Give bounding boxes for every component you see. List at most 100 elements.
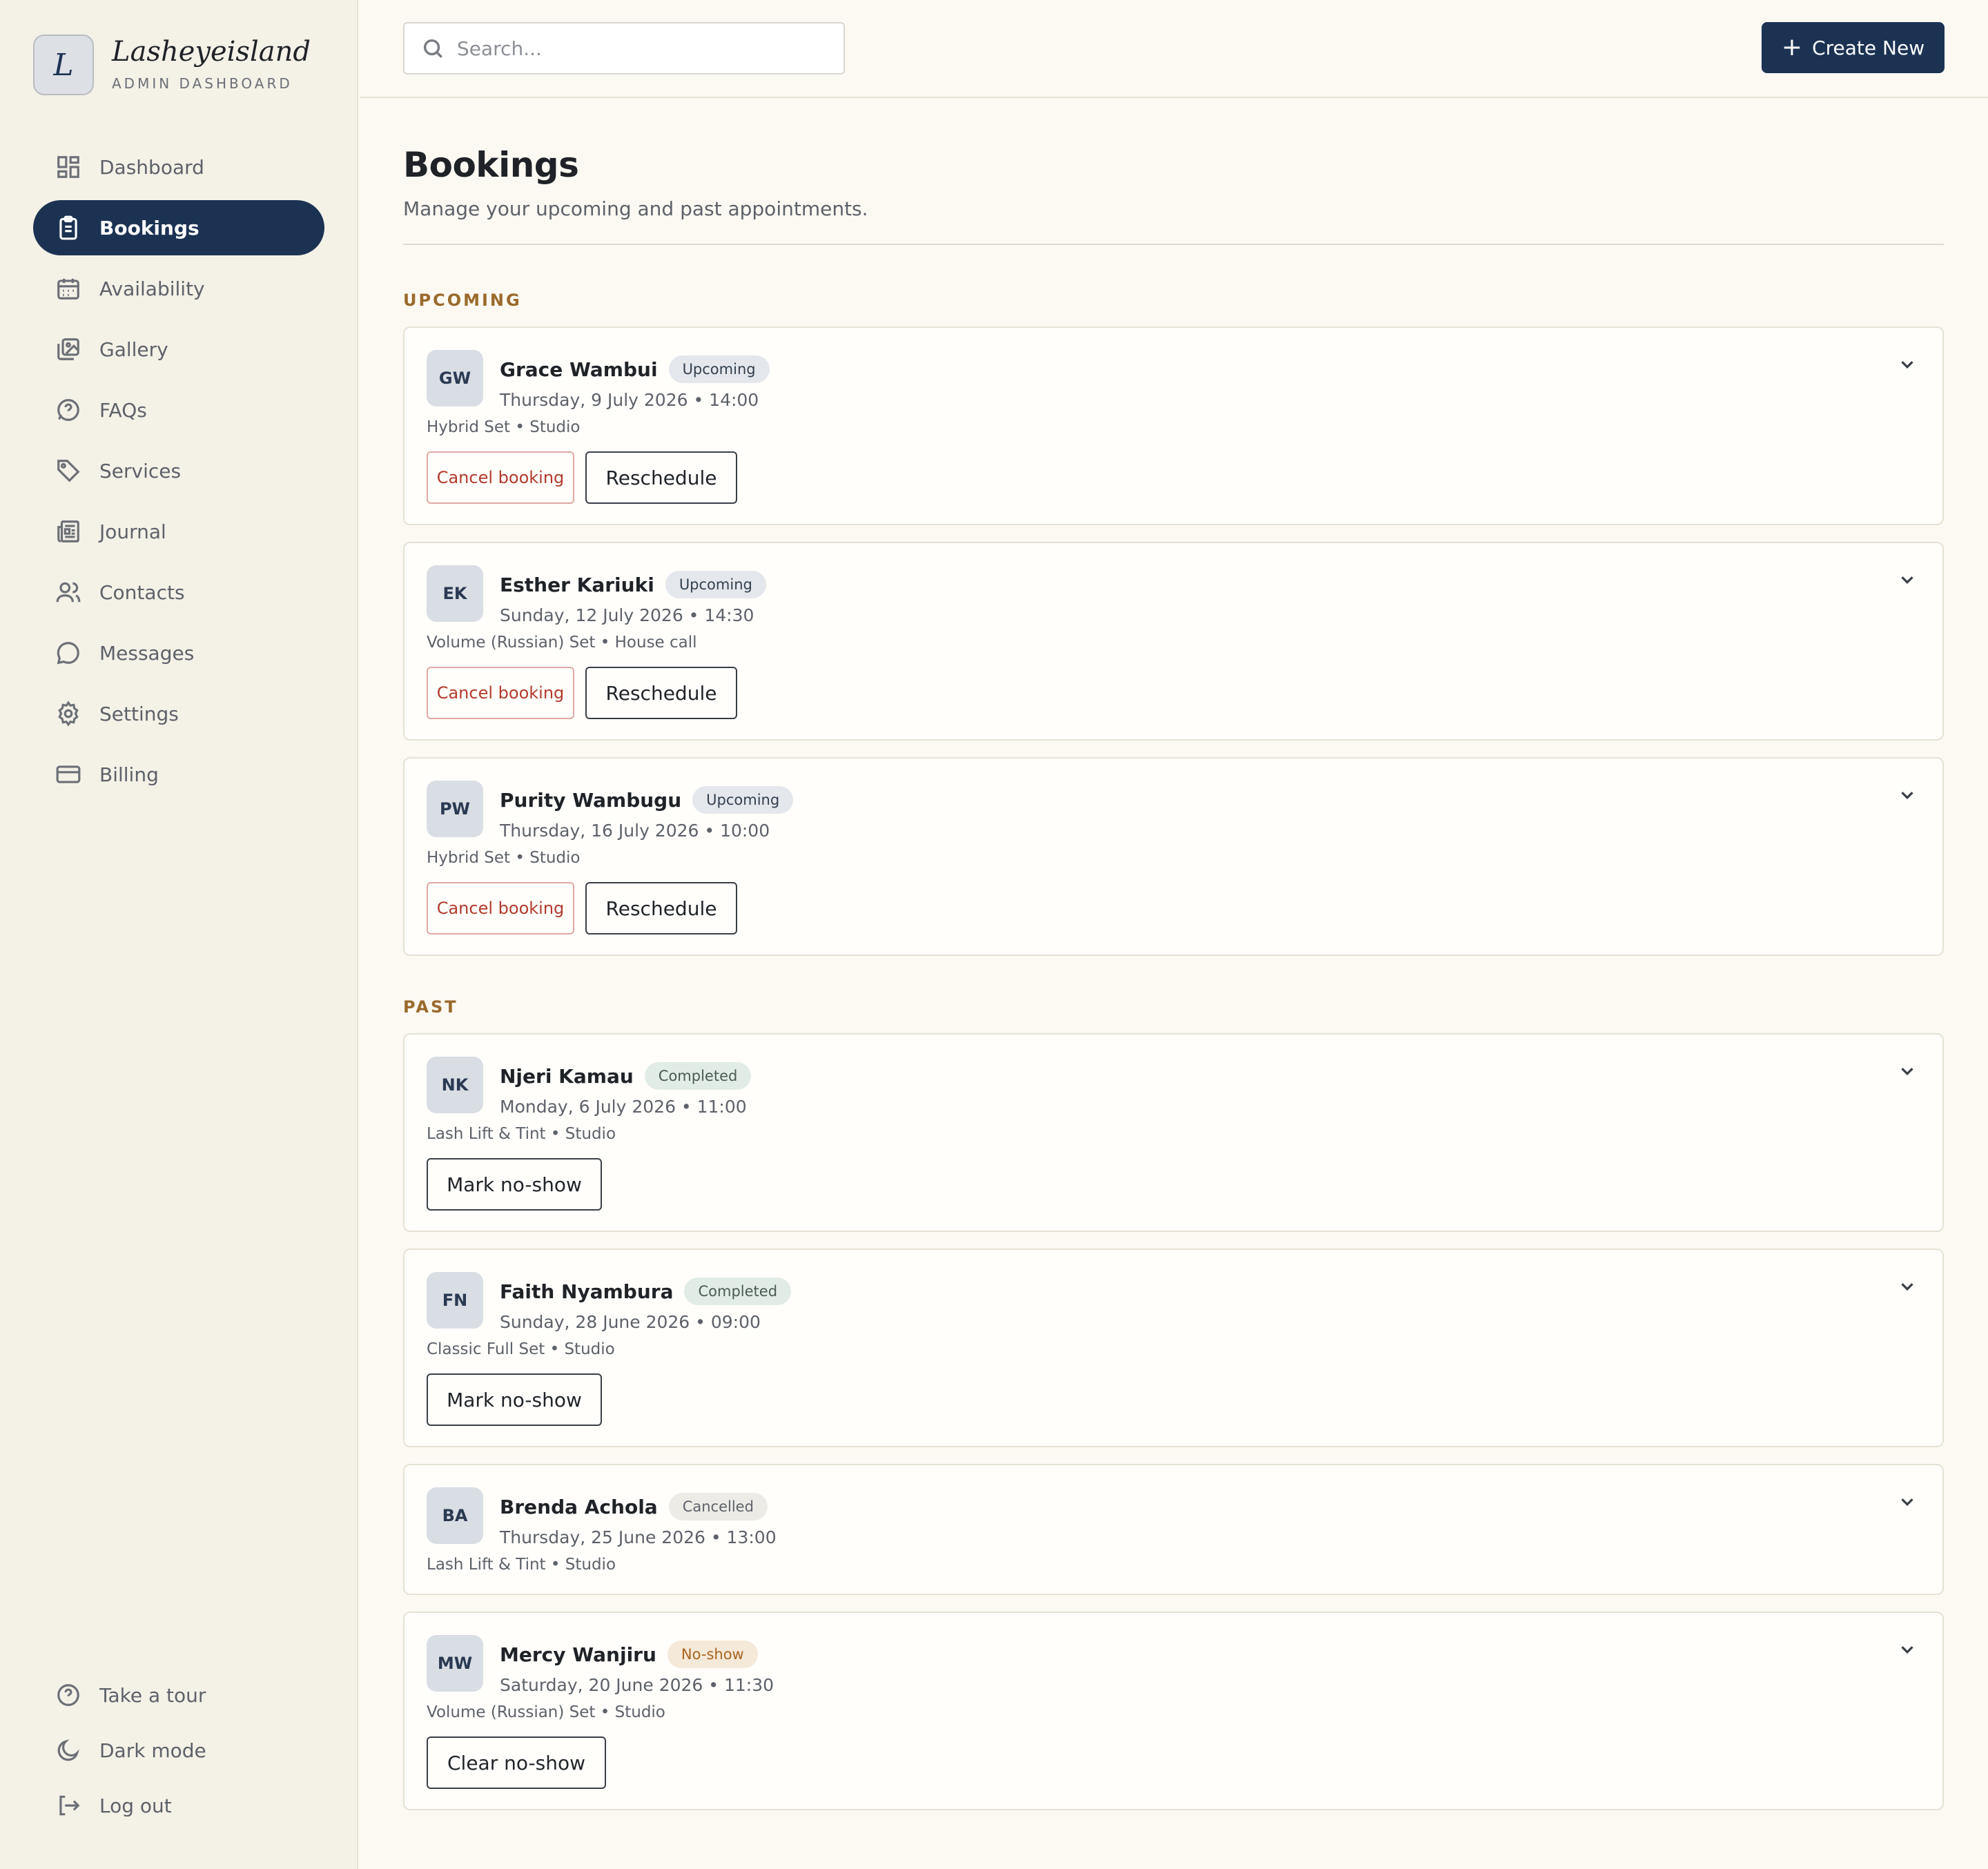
expand-toggle[interactable] [1897, 1639, 1918, 1660]
booking-datetime: Thursday, 25 June 2026 • 13:00 [500, 1527, 777, 1547]
dark-mode-label: Dark mode [99, 1739, 206, 1762]
booking-datetime: Thursday, 9 July 2026 • 14:00 [500, 390, 759, 410]
booking-service: Hybrid Set • Studio [427, 418, 581, 436]
create-new-button[interactable]: + Create New [1762, 22, 1945, 73]
sidebar-item-label: Availability [99, 277, 205, 300]
client-name: Njeri Kamau [500, 1064, 634, 1088]
sidebar-item-label: Bookings [99, 216, 199, 239]
reschedule-button[interactable]: Reschedule [585, 451, 737, 504]
page-title: Bookings [403, 145, 579, 185]
search-icon [423, 39, 442, 58]
take-tour-label: Take a tour [99, 1683, 206, 1707]
booking-card[interactable]: BA Brenda Achola Cancelled Thursday, 25 … [403, 1464, 1944, 1595]
sidebar-item-services[interactable]: Services [33, 443, 324, 498]
users-icon [56, 582, 81, 603]
sidebar-item-label: Dashboard [99, 155, 204, 179]
booking-datetime: Sunday, 12 July 2026 • 14:30 [500, 605, 754, 625]
cancel-booking-button[interactable]: Cancel booking [427, 667, 574, 719]
sidebar-item-messages[interactable]: Messages [33, 625, 324, 681]
newspaper-icon [57, 520, 79, 542]
cancel-booking-button[interactable]: Cancel booking [427, 882, 574, 934]
section-upcoming-label: UPCOMING [403, 291, 522, 310]
brand-name: Lasheyeisland [112, 36, 311, 68]
expand-toggle[interactable] [1897, 1061, 1918, 1082]
sidebar-item-availability[interactable]: Availability [33, 261, 324, 316]
dashboard-icon [57, 156, 79, 178]
booking-card[interactable]: PW Purity Wambugu Upcoming Thursday, 16 … [403, 757, 1944, 956]
sidebar-item-label: Settings [99, 702, 179, 725]
booking-card[interactable]: NK Njeri Kamau Completed Monday, 6 July … [403, 1033, 1944, 1232]
booking-service: Lash Lift & Tint • Studio [427, 1556, 616, 1574]
booking-datetime: Monday, 6 July 2026 • 11:00 [500, 1097, 747, 1117]
sidebar-item-faqs[interactable]: FAQs [33, 382, 324, 438]
search-box[interactable] [403, 22, 845, 75]
booking-service: Classic Full Set • Studio [427, 1340, 615, 1358]
expand-toggle[interactable] [1897, 1276, 1918, 1297]
status-badge: Upcoming [692, 786, 794, 814]
calendar-icon [57, 278, 79, 300]
sidebar-item-label: Contacts [99, 580, 185, 604]
expand-toggle[interactable] [1897, 785, 1918, 805]
sidebar-item-label: Gallery [99, 337, 168, 361]
avatar: EK [427, 565, 483, 622]
booking-datetime: Sunday, 28 June 2026 • 09:00 [500, 1312, 761, 1332]
status-badge: Upcoming [665, 571, 766, 598]
clear-no-show-button[interactable]: Clear no-show [427, 1736, 606, 1789]
brand-subtitle: ADMIN DASHBOARD [112, 75, 293, 92]
chevron-down-icon [1901, 792, 1913, 800]
page-subtitle: Manage your upcoming and past appointmen… [403, 197, 868, 220]
expand-toggle[interactable] [1897, 354, 1918, 375]
sidebar-item-label: Journal [99, 520, 166, 543]
booking-card[interactable]: FN Faith Nyambura Completed Sunday, 28 J… [403, 1249, 1944, 1447]
booking-datetime: Saturday, 20 June 2026 • 11:30 [500, 1675, 774, 1695]
sidebar-item-label: Messages [99, 641, 195, 665]
avatar: NK [427, 1057, 483, 1113]
avatar: MW [427, 1635, 483, 1692]
reschedule-button[interactable]: Reschedule [585, 667, 737, 719]
sidebar-item-gallery[interactable]: Gallery [33, 322, 324, 377]
sidebar-item-contacts[interactable]: Contacts [33, 565, 324, 620]
avatar: GW [427, 350, 483, 407]
clipboard-icon [59, 215, 77, 240]
status-badge: Completed [684, 1278, 792, 1305]
dark-mode-toggle[interactable]: Dark mode [33, 1725, 324, 1775]
avatar: FN [427, 1272, 483, 1329]
image-icon [57, 338, 79, 360]
sidebar-item-journal[interactable]: Journal [33, 504, 324, 559]
client-name: Grace Wambui [500, 358, 658, 381]
status-badge: Completed [644, 1062, 752, 1090]
chevron-down-icon [1901, 576, 1913, 585]
take-tour-button[interactable]: Take a tour [33, 1670, 324, 1720]
brand[interactable]: L Lasheyeisland ADMIN DASHBOARD [33, 35, 311, 95]
main-content: Bookings Manage your upcoming and past a… [403, 98, 1944, 1827]
sidebar-item-dashboard[interactable]: Dashboard [33, 139, 324, 195]
sidebar-footer: Take a tour Dark mode Log out [33, 1670, 324, 1836]
booking-card[interactable]: GW Grace Wambui Upcoming Thursday, 9 Jul… [403, 326, 1944, 525]
expand-toggle[interactable] [1897, 569, 1918, 590]
search-input[interactable] [456, 36, 828, 61]
chevron-down-icon [1901, 1283, 1913, 1291]
logout-button[interactable]: Log out [33, 1781, 324, 1830]
cancel-booking-button[interactable]: Cancel booking [427, 451, 574, 504]
mark-no-show-button[interactable]: Mark no-show [427, 1373, 602, 1426]
upcoming-list: GW Grace Wambui Upcoming Thursday, 9 Jul… [403, 326, 1944, 956]
expand-toggle[interactable] [1897, 1491, 1918, 1512]
booking-card[interactable]: MW Mercy Wanjiru No-show Saturday, 20 Ju… [403, 1612, 1944, 1810]
sidebar-item-billing[interactable]: Billing [33, 747, 324, 802]
divider [403, 244, 1944, 245]
booking-service: Lash Lift & Tint • Studio [427, 1125, 616, 1143]
credit-card-icon [56, 765, 81, 783]
booking-datetime: Thursday, 16 July 2026 • 10:00 [500, 821, 770, 841]
gear-icon [58, 701, 79, 727]
logout-icon [59, 1795, 80, 1816]
avatar: BA [427, 1487, 483, 1544]
reschedule-button[interactable]: Reschedule [585, 882, 737, 934]
create-new-label: Create New [1812, 36, 1925, 59]
booking-service: Hybrid Set • Studio [427, 849, 581, 867]
sidebar-item-settings[interactable]: Settings [33, 686, 324, 741]
mark-no-show-button[interactable]: Mark no-show [427, 1158, 602, 1211]
sidebar-item-bookings[interactable]: Bookings [33, 200, 324, 255]
chevron-down-icon [1901, 1068, 1913, 1076]
logout-label: Log out [99, 1794, 172, 1817]
booking-card[interactable]: EK Esther Kariuki Upcoming Sunday, 12 Ju… [403, 542, 1944, 741]
